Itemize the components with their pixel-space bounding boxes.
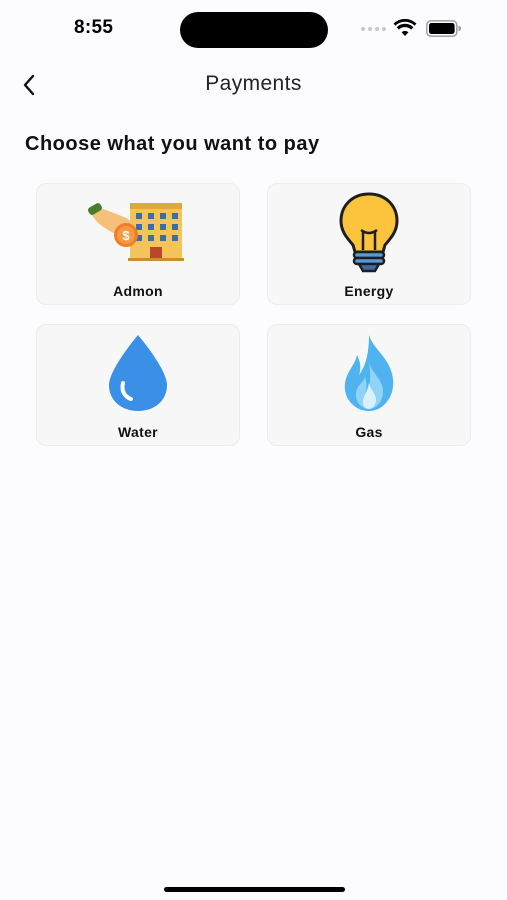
payment-option-energy[interactable]: Energy [267, 183, 471, 305]
page-title: Payments [205, 72, 302, 95]
payment-option-label: Admon [113, 283, 163, 299]
payment-option-label: Water [118, 424, 158, 440]
payment-option-gas[interactable]: Gas [267, 324, 471, 446]
section-heading: Choose what you want to pay [25, 133, 320, 155]
building-payment-icon: $ [88, 203, 184, 261]
payment-option-water[interactable]: Water [36, 324, 240, 446]
payment-option-label: Gas [355, 424, 383, 440]
dynamic-island [180, 12, 328, 48]
payment-option-label: Energy [344, 283, 394, 299]
payment-option-admon[interactable]: $ Admon [36, 183, 240, 305]
svg-text:$: $ [122, 228, 130, 243]
wifi-icon [393, 19, 417, 36]
water-drop-icon [109, 335, 167, 411]
battery-icon [426, 20, 461, 37]
status-time: 8:55 [74, 17, 114, 38]
cellular-signal-icon [361, 27, 386, 31]
gas-flame-icon [344, 335, 394, 411]
home-indicator[interactable] [164, 887, 345, 892]
lightbulb-icon [339, 192, 399, 273]
